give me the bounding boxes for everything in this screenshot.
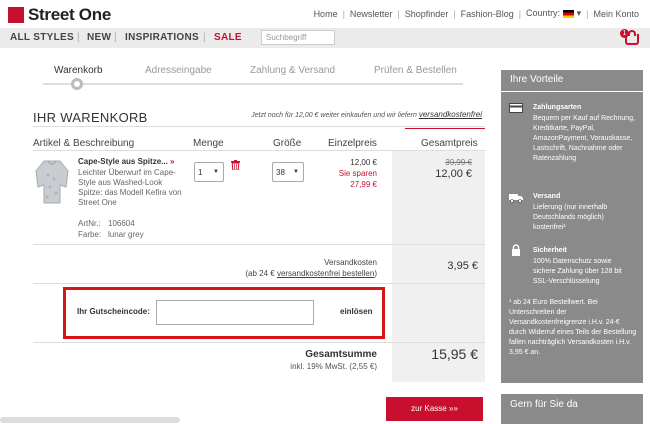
chevron-down-icon: ▾ (576, 8, 582, 18)
truck-icon (509, 194, 523, 203)
size-value: 38 (276, 168, 285, 177)
savings-label: Sie sparen (338, 169, 377, 178)
nav-divider: | (114, 32, 117, 43)
basket-icon[interactable]: 1 (620, 29, 640, 47)
topnav-home[interactable]: Home (309, 9, 343, 19)
free-shipping-link[interactable]: versandkostenfrei (419, 110, 482, 119)
credit-card-icon (509, 103, 523, 113)
free-shipping-hint: Jetzt noch für 12,00 € weiter einkaufen … (251, 110, 482, 119)
divider (33, 244, 485, 245)
payment-title: Zahlungsarten (533, 104, 582, 111)
divider (501, 91, 643, 92)
sum-tax-note: inkl. 19% MwSt. (2,55 €) (290, 362, 377, 371)
help-title: Gern für Sie da (510, 399, 578, 410)
nav-sale[interactable]: SALE (214, 32, 242, 43)
col-total: Gesamtpreis (421, 138, 478, 149)
product-description: Leichter Überwurf im Cape-Style aus Wash… (78, 168, 182, 207)
shipping-value: 3,95 € (447, 260, 478, 272)
voucher-redeem-button[interactable]: einlösen (340, 307, 372, 316)
step-payment: Zahlung & Versand (250, 65, 336, 76)
shipping-note-prefix: (ab 24 € (245, 269, 275, 278)
country-label: Country (526, 8, 558, 18)
nav-divider: | (203, 32, 206, 43)
trash-icon[interactable] (231, 160, 240, 170)
security-text: 100% Datenschutz sowie sichere Zahlung ü… (533, 258, 622, 285)
nav-divider: | (77, 32, 80, 43)
voucher-input[interactable] (156, 300, 314, 325)
lock-icon (512, 244, 520, 256)
topnav-newsletter[interactable]: Newsletter (345, 9, 398, 19)
payment-text: Bequem per Kauf auf Rechnung, Kreditkart… (533, 115, 635, 162)
basket-count-badge: 1 (620, 29, 629, 38)
sum-value: 15,95 € (431, 346, 478, 362)
step-cart: Warenkorb (54, 65, 103, 76)
product-artnr-label: ArtNr.: (78, 219, 101, 228)
shipping-benefit-text: Lieferung (nur innerhalb Deutschlands mö… (533, 204, 608, 231)
step-review: Prüfen & Bestellen (374, 65, 457, 76)
chevron-down-icon: ▼ (293, 169, 299, 175)
logo-mark (8, 7, 24, 23)
quantity-value: 1 (198, 168, 203, 177)
product-title: Cape-Style aus Spitze... (78, 157, 168, 166)
logo-text: Street One (28, 5, 111, 24)
free-shipping-text: Jetzt noch für 12,00 € weiter einkaufen … (251, 112, 417, 119)
nav-new[interactable]: NEW (87, 32, 111, 43)
divider (33, 342, 485, 343)
unit-price: 12,00 € (350, 158, 377, 167)
country-selector[interactable]: Country: ▾ (521, 8, 586, 19)
search-input[interactable]: Suchbegriff (261, 30, 335, 45)
checkout-button[interactable]: zur Kasse »» (386, 397, 483, 421)
product-image[interactable] (34, 157, 70, 205)
old-price: 39,99 € (445, 158, 472, 167)
benefits-footnote: ¹ ab 24 Euro Bestellwert. Bei Unterschre… (509, 299, 637, 356)
security-title: Sicherheit (533, 247, 567, 254)
steps-progress-line (43, 83, 463, 85)
sum-label: Gesamtsumme (305, 349, 377, 360)
col-qty: Menge (193, 138, 224, 149)
product-artnr-value: 106604 (108, 219, 135, 228)
size-select[interactable]: 38 ▼ (272, 162, 304, 182)
divider (33, 126, 485, 127)
nav-inspirations[interactable]: INSPIRATIONS (125, 32, 199, 43)
topnav-shopfinder[interactable]: Shopfinder (400, 9, 454, 19)
divider (33, 150, 485, 151)
top-nav: Home | Newsletter | Shopfinder | Fashion-Bl… (309, 8, 644, 19)
topnav-account[interactable]: Mein Konto (588, 9, 644, 19)
shipping-benefit-title: Versand (533, 193, 561, 200)
shipping-label: Versandkosten (324, 258, 377, 267)
divider (405, 128, 485, 129)
step-active-marker (71, 78, 83, 90)
page-title: IHR WARENKORB (33, 110, 148, 125)
horizontal-scrollbar[interactable] (0, 417, 180, 423)
product-color-value: lunar grey (108, 230, 144, 239)
col-unit-price: Einzelpreis (328, 138, 377, 149)
divider (33, 283, 485, 284)
product-color-label: Farbe: (78, 230, 102, 239)
benefits-title: Ihre Vorteile (510, 74, 564, 85)
nav-all-styles[interactable]: ALL STYLES (10, 32, 74, 43)
shipping-note: (ab 24 € versandkostenfrei bestellen) (245, 269, 377, 278)
col-article: Artikel & Beschreibung (33, 138, 135, 149)
shipping-note-suffix: ) (374, 269, 377, 278)
savings-value: 27,99 € (350, 180, 377, 189)
item-total: 12,00 € (435, 168, 472, 180)
flag-de-icon (563, 9, 575, 18)
logo[interactable]: Street One (8, 5, 111, 25)
quantity-select[interactable]: 1 ▼ (194, 162, 224, 182)
product-arrow-icon: » (170, 157, 175, 166)
product-title-link[interactable]: Cape-Style aus Spitze... » (78, 157, 175, 166)
voucher-label: Ihr Gutscheincode: (77, 307, 150, 316)
topnav-blog[interactable]: Fashion-Blog (456, 9, 519, 19)
col-size: Größe (273, 138, 302, 149)
chevron-down-icon: ▼ (213, 169, 219, 175)
step-address: Adresseingabe (145, 65, 212, 76)
free-shipping-order-link[interactable]: versandkostenfrei bestellen (277, 269, 374, 278)
